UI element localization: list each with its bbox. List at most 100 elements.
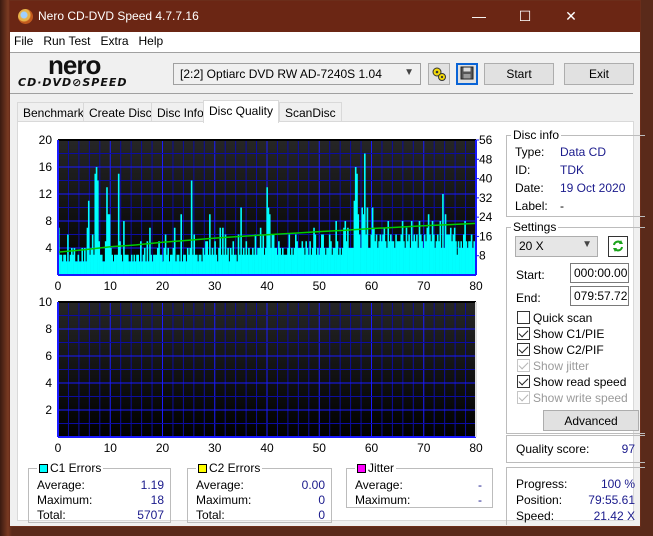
c1-errors-title: C1 Errors <box>50 461 102 475</box>
x-tick-label: 50 <box>313 441 327 455</box>
app-window: Nero CD-DVD Speed 4.7.7.16 — ☐ ✕ File Run… <box>9 0 645 527</box>
c2-maximum-value: 0 <box>318 493 325 507</box>
speed-select[interactable]: 20 X ▼ <box>515 236 598 257</box>
jitter-average-label: Average: <box>355 478 403 492</box>
x-tick-label: 60 <box>365 441 379 455</box>
maximize-button[interactable]: ☐ <box>502 1 548 32</box>
x-tick-label: 80 <box>469 441 483 455</box>
tab-create-disc[interactable]: Create Disc <box>83 102 158 122</box>
quick-scan-checkbox[interactable]: Quick scan <box>517 311 592 325</box>
y-tick-label: 4 <box>45 241 52 255</box>
disc-quality-panel: 0 10 20 30 40 50 60 70 80 4 8 12 16 20 8 16 24 32 40 48 56 0… <box>17 121 645 525</box>
y2-tick-label: 24 <box>479 210 493 224</box>
x-tick-label: 0 <box>55 279 62 292</box>
checkmark-icon <box>517 327 530 340</box>
disc-info-title: Disc info <box>511 128 562 142</box>
menu-help[interactable]: Help <box>135 32 170 48</box>
tab-benchmark[interactable]: Benchmark <box>17 102 90 122</box>
y2-tick-label: 16 <box>479 229 493 243</box>
c2-average-label: Average: <box>196 478 244 492</box>
logo-subtitle: CD·DVD⊘SPEED <box>18 76 128 89</box>
c1-color-swatch <box>39 464 48 473</box>
checkmark-icon <box>517 375 530 388</box>
y-tick-label: 2 <box>45 403 52 417</box>
x-tick-label: 20 <box>156 279 170 292</box>
menu-run-test[interactable]: Run Test <box>39 32 96 48</box>
tab-disc-info[interactable]: Disc Info <box>151 102 210 122</box>
c1-maximum-label: Maximum: <box>37 493 93 507</box>
x-tick-label: 30 <box>208 441 222 455</box>
x-tick-label: 0 <box>55 441 62 455</box>
x-tick-label: 20 <box>156 441 170 455</box>
y-tick-label: 10 <box>39 295 53 309</box>
refresh-icon <box>613 240 623 252</box>
drive-config-button[interactable] <box>428 63 450 85</box>
c2-maximum-label: Maximum: <box>196 493 252 507</box>
c1-total-value: 5707 <box>137 508 164 522</box>
x-tick-label: 50 <box>313 279 327 292</box>
disc-info-group: Disc info Type: Data CD ID: TDK Date: 19… <box>506 128 645 217</box>
tab-disc-quality[interactable]: Disc Quality <box>203 100 280 123</box>
checkmark-icon <box>517 391 530 404</box>
menu-bar: File Run Test Extra Help <box>10 32 640 52</box>
type-value: Data CD <box>560 145 607 159</box>
drive-select[interactable]: [2:2] Optiarc DVD RW AD-7240S 1.04 ▼ <box>173 63 421 85</box>
y2-tick-label: 56 <box>479 133 493 147</box>
label-value: - <box>560 199 564 213</box>
jitter-title: Jitter <box>368 461 395 475</box>
y-tick-label: 4 <box>45 376 52 390</box>
app-icon <box>18 9 33 24</box>
menu-extra[interactable]: Extra <box>96 32 134 48</box>
date-value: 19 Oct 2020 <box>560 181 626 195</box>
y-tick-label: 16 <box>39 160 53 174</box>
floppy-disk-icon <box>460 66 474 80</box>
x-tick-label: 30 <box>208 279 222 292</box>
close-button[interactable]: ✕ <box>548 1 594 32</box>
y2-tick-label: 48 <box>479 152 493 166</box>
date-label: Date: <box>515 181 544 195</box>
refresh-speed-button[interactable] <box>608 236 628 257</box>
minimize-button[interactable]: — <box>456 1 502 32</box>
start-time-input[interactable]: 000:00.00 <box>570 263 629 283</box>
id-label: ID: <box>515 163 531 177</box>
checkmark-icon <box>517 359 530 372</box>
y-tick-label: 8 <box>45 214 52 228</box>
y-tick-label: 12 <box>39 187 53 201</box>
checkbox-box <box>517 311 530 324</box>
toolbar-divider <box>10 93 633 94</box>
x-tick-label: 10 <box>104 279 118 292</box>
show-c2-pif-checkbox[interactable]: Show C2/PIF <box>517 343 604 357</box>
show-jitter-checkbox: Show jitter <box>517 359 589 373</box>
c1-errors-group: C1 Errors Average: 1.19 Maximum: 18 Tota… <box>28 461 171 523</box>
show-write-speed-checkbox: Show write speed <box>517 391 628 405</box>
save-button[interactable] <box>456 63 478 85</box>
end-time-input[interactable]: 079:57.72 <box>570 286 629 306</box>
y-tick-label: 8 <box>45 322 52 336</box>
drive-select-value: [2:2] Optiarc DVD RW AD-7240S 1.04 <box>180 67 382 81</box>
x-tick-label: 70 <box>417 441 431 455</box>
tab-scandisc[interactable]: ScanDisc <box>279 102 342 122</box>
y-tick-label: 6 <box>45 349 52 363</box>
c2-average-value: 0.00 <box>301 478 325 492</box>
exit-button[interactable]: Exit <box>564 63 634 85</box>
title-bar: Nero CD-DVD Speed 4.7.7.16 — ☐ ✕ <box>10 1 640 32</box>
jitter-maximum-value: - <box>478 493 482 507</box>
y-tick-label: 20 <box>39 133 53 147</box>
chevron-down-icon: ▼ <box>404 67 414 78</box>
speed-label: Speed: <box>516 509 555 523</box>
show-c1-pie-checkbox[interactable]: Show C1/PIE <box>517 327 604 341</box>
jitter-maximum-label: Maximum: <box>355 493 411 507</box>
x-tick-label: 60 <box>365 279 379 292</box>
quality-score-value: 97 <box>621 442 635 456</box>
menu-file[interactable]: File <box>10 32 39 48</box>
c2-errors-group: C2 Errors Average: 0.00 Maximum: 0 Total… <box>187 461 332 523</box>
show-read-speed-checkbox[interactable]: Show read speed <box>517 375 626 389</box>
gears-icon <box>432 67 446 81</box>
jitter-color-swatch <box>357 464 366 473</box>
c2-error-chart: 0 10 20 30 40 50 60 70 80 2 4 6 8 10 <box>39 295 483 455</box>
nero-logo: nero CD·DVD⊘SPEED <box>18 50 138 91</box>
advanced-button[interactable]: Advanced <box>543 410 639 431</box>
window-title: Nero CD-DVD Speed 4.7.7.16 <box>38 9 199 23</box>
position-label: Position: <box>516 493 563 507</box>
start-button[interactable]: Start <box>484 63 554 85</box>
